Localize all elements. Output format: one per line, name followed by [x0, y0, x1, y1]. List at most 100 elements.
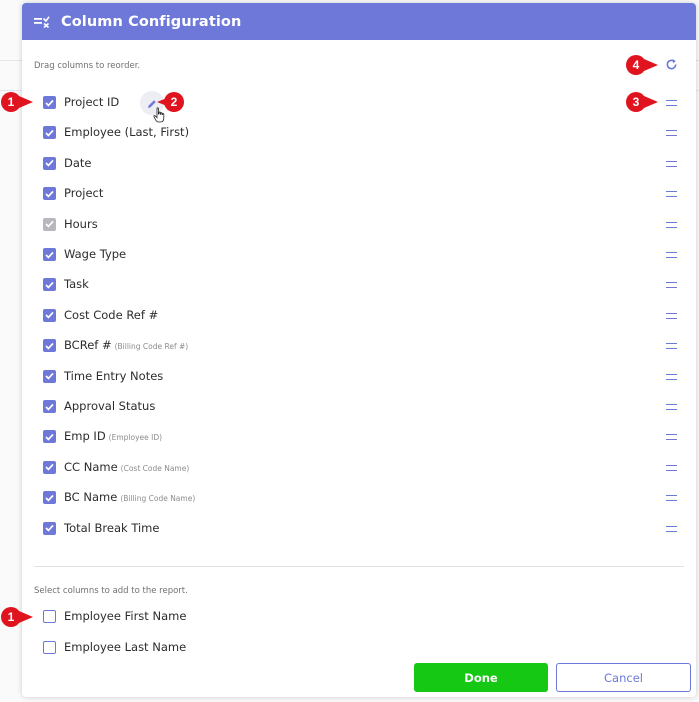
column-checkbox[interactable] [43, 339, 56, 353]
column-label: Approval Status [64, 399, 155, 413]
drag-hint: Drag columns to reorder. [34, 61, 141, 71]
selected-column-row[interactable]: BC Name (Billing Code Name) [22, 483, 696, 513]
column-checkbox[interactable] [43, 430, 56, 444]
checkmark-icon [45, 342, 54, 350]
column-label: Date [64, 156, 92, 170]
column-checkbox[interactable] [43, 491, 56, 505]
checkmark-icon [45, 524, 54, 532]
drag-handle-icon[interactable] [666, 464, 677, 471]
callout-marker-add-checkbox: 1 [0, 606, 40, 628]
column-checkbox[interactable] [43, 610, 56, 623]
column-checkbox[interactable] [43, 126, 56, 140]
column-subtitle: (Employee ID) [108, 433, 163, 443]
background-divider [0, 60, 22, 61]
drag-handle-icon[interactable] [666, 160, 677, 167]
column-checkbox [43, 217, 56, 231]
drag-handle-icon[interactable] [666, 221, 677, 228]
column-checkbox[interactable] [43, 156, 56, 170]
column-name: Time Entry Notes [64, 368, 164, 383]
callout-number: 1 [7, 610, 15, 624]
column-checkbox[interactable] [43, 248, 56, 261]
available-column-row[interactable]: Employee First Name [22, 602, 696, 632]
drag-handle-icon[interactable] [666, 373, 677, 380]
selected-column-row[interactable]: Hours [22, 210, 696, 240]
selected-column-row[interactable]: Employee (Last, First) [22, 118, 696, 148]
selected-column-row[interactable]: Project [22, 179, 696, 209]
column-checkbox[interactable] [43, 96, 56, 109]
column-name: Employee (Last, First) [64, 125, 190, 140]
column-name: Cost Code Ref # [64, 307, 159, 322]
checkmark-icon [45, 190, 54, 198]
checkmark-icon [45, 312, 54, 319]
callout-marker-reset: 4 [621, 54, 661, 76]
column-checkbox[interactable] [43, 400, 56, 413]
callout-marker-edit: 2 [151, 91, 191, 113]
column-label: Project [64, 186, 103, 200]
selected-column-row[interactable]: Project ID [22, 88, 696, 118]
column-name: Approval Status [64, 399, 156, 413]
checkmark-icon [45, 403, 54, 411]
selected-column-row[interactable]: CC Name (Cost Code Name) [22, 453, 696, 483]
column-checkbox[interactable] [43, 460, 56, 474]
column-label: BCRef # (Billing Code Ref #) [64, 338, 188, 352]
column-label: Task [64, 277, 89, 291]
column-checkbox[interactable] [43, 187, 56, 201]
column-label: CC Name (Cost Code Name) [64, 460, 189, 474]
available-column-row[interactable]: Employee Last Name [22, 633, 696, 663]
selected-column-row[interactable]: Time Entry Notes [22, 362, 696, 392]
checkmark-icon [45, 251, 54, 259]
column-label: Cost Code Ref # [64, 308, 158, 322]
drag-handle-icon[interactable] [666, 312, 677, 319]
column-name: Employee First Name [64, 609, 187, 623]
reset-button[interactable] [663, 57, 679, 73]
selected-column-row[interactable]: Date [22, 149, 696, 179]
column-name: BC Name [64, 490, 118, 505]
column-name: Date [64, 155, 92, 170]
done-button[interactable]: Done [414, 663, 548, 692]
column-label: Time Entry Notes [64, 369, 163, 383]
drag-handle-icon[interactable] [666, 252, 677, 258]
checkmark-icon [45, 372, 54, 380]
selected-column-row[interactable]: Cost Code Ref # [22, 301, 696, 331]
selected-column-row[interactable]: Total Break Time [22, 514, 696, 544]
drag-handle-icon[interactable] [666, 191, 677, 198]
column-name: Employee Last Name [64, 640, 187, 654]
column-name: Hours [64, 216, 98, 231]
selected-column-row[interactable]: Wage Type [22, 240, 696, 270]
column-label: Emp ID (Employee ID) [64, 429, 162, 443]
selected-column-row[interactable]: BCRef # (Billing Code Ref #) [22, 331, 696, 361]
selected-column-row[interactable]: Approval Status [22, 392, 696, 422]
column-label: Wage Type [64, 247, 126, 261]
column-configuration-dialog: Column Configuration Drag columns to reo… [22, 3, 696, 697]
column-name: CC Name [64, 459, 118, 474]
drag-handle-icon[interactable] [666, 525, 677, 532]
checkmark-icon [45, 433, 54, 441]
column-name: BCRef # [64, 338, 112, 353]
column-subtitle: (Billing Code Ref #) [114, 342, 189, 352]
callout-number: 1 [7, 95, 15, 109]
column-config-icon [34, 15, 52, 29]
drag-handle-icon[interactable] [666, 495, 677, 502]
column-checkbox[interactable] [43, 308, 56, 322]
column-checkbox[interactable] [43, 278, 56, 292]
column-name: Wage Type [64, 247, 127, 261]
column-label: BC Name (Billing Code Name) [64, 490, 195, 504]
column-checkbox[interactable] [43, 369, 56, 383]
checkmark-icon [45, 220, 54, 228]
drag-handle-icon[interactable] [666, 404, 677, 410]
cancel-button[interactable]: Cancel [556, 663, 691, 692]
add-hint: Select columns to add to the report. [34, 586, 188, 596]
drag-handle-icon[interactable] [666, 282, 677, 289]
column-checkbox[interactable] [43, 641, 56, 654]
callout-number: 3 [632, 95, 640, 109]
callout-marker-drag: 3 [621, 91, 661, 113]
selected-column-row[interactable]: Emp ID (Employee ID) [22, 422, 696, 452]
drag-handle-icon[interactable] [666, 434, 677, 441]
column-checkbox[interactable] [43, 521, 56, 535]
drag-handle-icon[interactable] [666, 100, 677, 106]
drag-handle-icon[interactable] [666, 343, 677, 350]
column-label: Total Break Time [64, 521, 159, 535]
drag-handle-icon[interactable] [666, 130, 677, 137]
selected-column-row[interactable]: Task [22, 270, 696, 300]
checkmark-icon [45, 129, 54, 137]
